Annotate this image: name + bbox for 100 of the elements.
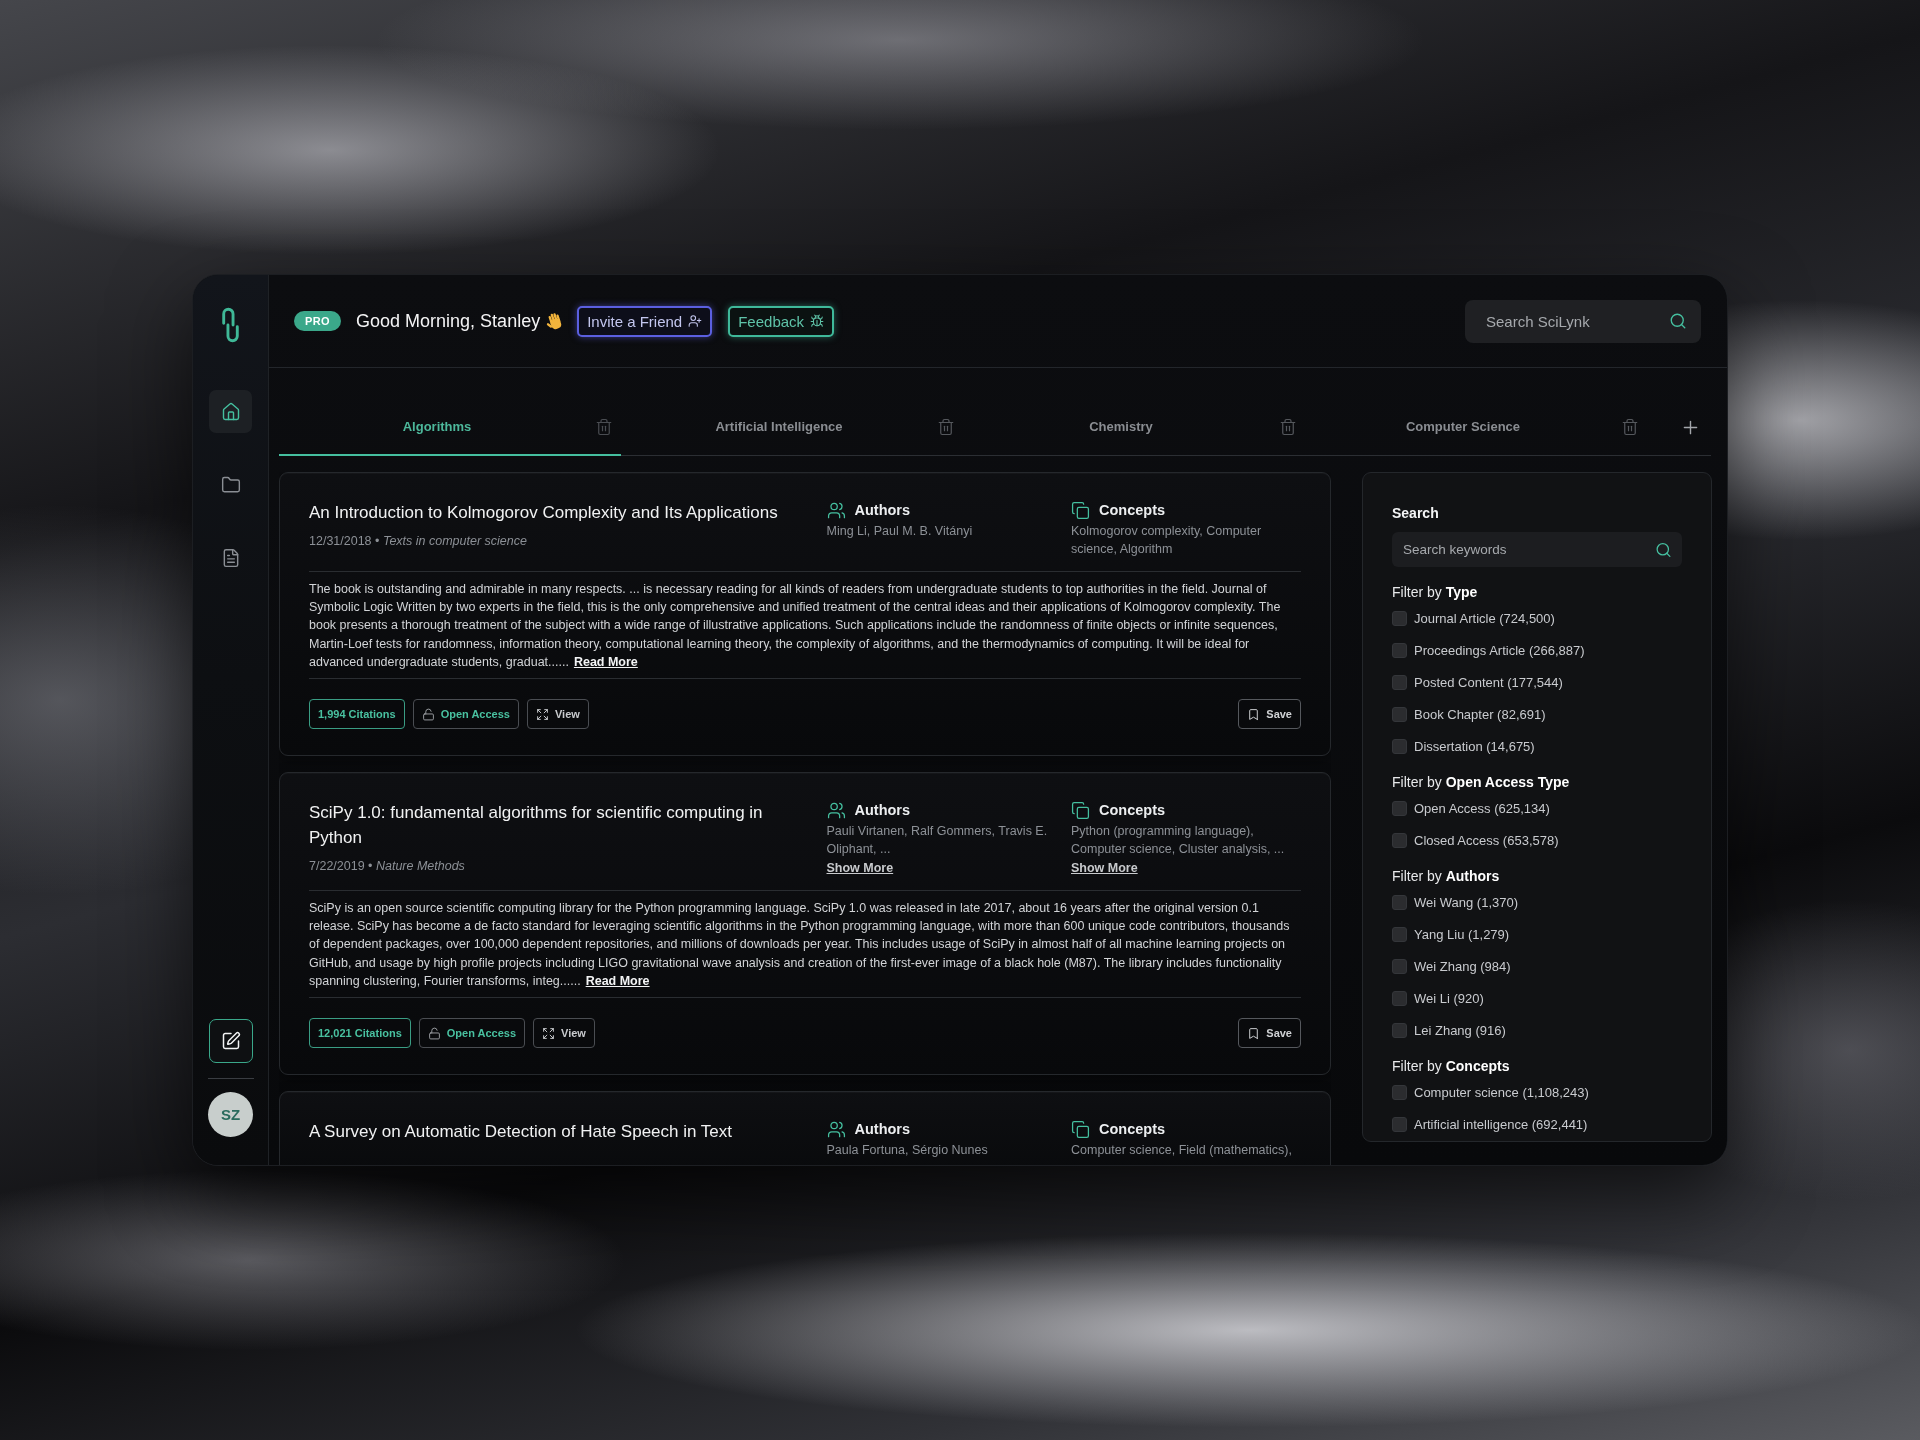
checkbox[interactable] <box>1392 926 1407 942</box>
concepts-heading: Concepts <box>1099 802 1166 818</box>
trash-icon <box>595 417 613 436</box>
filter-heading: Filter by Type <box>1392 583 1479 602</box>
authors-text: Ming Li, Paul M. B. Vitányi <box>826 523 974 540</box>
home-icon <box>220 401 241 422</box>
checkbox[interactable] <box>1392 706 1407 722</box>
checkbox[interactable] <box>1392 738 1407 754</box>
authors-heading: Authors <box>854 502 911 518</box>
unlocked-padlock-icon <box>427 1026 441 1040</box>
checkbox[interactable] <box>1392 1084 1407 1100</box>
filter-option-label[interactable]: Dissertation (14,675) <box>1414 738 1535 754</box>
paper-title[interactable]: A Survey on Automatic Detection of Hate Speech in Text <box>309 1119 804 1145</box>
unlocked-padlock-icon <box>421 707 435 721</box>
filter-option-label[interactable]: Yang Liu (1,279) <box>1414 926 1510 942</box>
checkbox[interactable] <box>1392 958 1407 974</box>
tab[interactable]: Chemistry <box>963 399 1305 456</box>
search-icon <box>1655 541 1672 558</box>
paper-title[interactable]: SciPy 1.0: fundamental algorithms for scientific computing in Python <box>309 800 804 850</box>
bookmark-icon <box>1247 1026 1261 1040</box>
view-button[interactable]: View <box>533 1018 595 1049</box>
delete-tab-button[interactable] <box>1279 417 1297 436</box>
keyword-search-field[interactable]: Search keywords <box>1392 532 1682 567</box>
read-more-link[interactable]: Read More <box>573 654 638 669</box>
paper-date-and-journal: 7/22/2019 • Nature Methods <box>309 858 466 875</box>
invite-button[interactable]: Invite a Friend <box>577 305 713 337</box>
citations-button[interactable]: 12,021 Citations <box>309 1018 411 1049</box>
checkbox[interactable] <box>1392 832 1407 848</box>
filter-heading: Filter by Concepts <box>1392 1057 1511 1076</box>
user-plus-icon <box>688 314 703 328</box>
filter-option-label[interactable]: Proceedings Article (266,887) <box>1414 642 1585 658</box>
concepts-heading: Concepts <box>1099 1121 1166 1138</box>
authors-text: Paula Fortuna, Sérgio Nunes <box>826 1142 989 1160</box>
open-access-button[interactable]: Open Access <box>412 699 519 729</box>
user-avatar[interactable]: SZ <box>208 1092 253 1137</box>
filter-option-label[interactable]: Lei Zhang (916) <box>1414 1022 1506 1038</box>
tab[interactable]: Computer Science <box>1305 399 1647 456</box>
search-field[interactable]: Search SciLynk <box>1465 299 1701 343</box>
checkbox[interactable] <box>1392 642 1407 658</box>
view-button[interactable]: View <box>526 699 589 729</box>
tab[interactable]: Algorithms <box>279 399 621 456</box>
sidebar-nav-button[interactable] <box>209 390 252 433</box>
show-more-link[interactable]: Show More <box>826 859 894 877</box>
feedback-button[interactable]: Feedback <box>728 305 835 337</box>
authors-heading: Authors <box>854 802 911 818</box>
trash-icon <box>937 417 955 436</box>
paper-title[interactable]: An Introduction to Kolmogorov Complexity and Its Applications <box>309 500 804 525</box>
filter-option-label[interactable]: Wei Zhang (984) <box>1414 958 1511 974</box>
bookmark-icon <box>1247 707 1261 721</box>
greeting-text: Good Morning, Stanley <box>356 310 541 332</box>
checkbox[interactable] <box>1392 1022 1407 1038</box>
delete-tab-button[interactable] <box>937 417 955 436</box>
filter-option-label[interactable]: Posted Content (177,544) <box>1414 674 1563 690</box>
filter-option-label[interactable]: Open Access (625,134) <box>1414 800 1550 816</box>
delete-tab-button[interactable] <box>1621 417 1639 436</box>
checkbox[interactable] <box>1392 610 1407 626</box>
open-access-button[interactable]: Open Access <box>418 1018 526 1049</box>
concepts-text: Python (programming language), Computer science, Cluster analysis, ... <box>1071 823 1286 858</box>
pro-badge: PRO <box>294 311 342 331</box>
expand-icon <box>535 707 549 721</box>
read-more-link[interactable]: Read More <box>585 973 650 988</box>
bug-icon <box>810 314 825 328</box>
checkbox[interactable] <box>1392 990 1407 1006</box>
save-button[interactable]: Save <box>1238 699 1301 729</box>
filter-option-label[interactable]: Book Chapter (82,691) <box>1414 706 1546 722</box>
citations-button[interactable]: 1,994 Citations <box>309 699 405 729</box>
checkbox[interactable] <box>1392 674 1407 690</box>
filter-option-label[interactable]: Computer science (1,108,243) <box>1414 1084 1589 1100</box>
save-button[interactable]: Save <box>1238 1018 1301 1049</box>
stacked-squares-icon <box>1071 500 1090 520</box>
filter-option-label[interactable]: Closed Access (653,578) <box>1414 832 1559 848</box>
users-icon <box>826 1119 846 1139</box>
search-icon <box>1669 312 1687 330</box>
filter-heading: Filter by Authors <box>1392 867 1501 886</box>
concepts-text: Kolmogorov complexity, Computer science, Algorithm <box>1071 523 1263 558</box>
authors-heading: Authors <box>854 1121 911 1138</box>
filter-option-label[interactable]: Artificial intelligence (692,441) <box>1414 1116 1588 1132</box>
paper-date-and-journal: 12/31/2018 • Texts in computer science <box>309 533 528 550</box>
filter-option-label[interactable]: Journal Article (724,500) <box>1414 610 1555 626</box>
edit-button[interactable] <box>208 1019 253 1063</box>
checkbox[interactable] <box>1392 894 1407 910</box>
stacked-squares-icon <box>1071 800 1090 820</box>
trash-icon <box>1621 417 1639 436</box>
expand-icon <box>542 1026 556 1040</box>
checkbox[interactable] <box>1392 1116 1407 1132</box>
delete-tab-button[interactable] <box>595 417 613 436</box>
show-more-link[interactable]: Show More <box>1071 859 1138 877</box>
trash-icon <box>1279 417 1297 436</box>
tab[interactable]: Artificial Intelligence <box>621 399 963 456</box>
concepts-text: Computer science, Field (mathematics), <box>1071 1142 1293 1160</box>
abstract-text: The book is outstanding and admirable in many respects. ... is necessary reading for all kinds of readers from undergraduate students to top authorities in the field. Journal of Symbolic Logic Written by two experts in the field, this is the only comprehensive and unified treatment of the central ideas and their applications of Kolmogorov complexity. The book presents a thorough treatment of the subject with a wide range of illustrative applications. Such applications include the randomness of finite objects or infinite sequences, Martin-Loef tests for randomness, information theory, computational learning theory, the complexity of algorithms, and the thermodynamics of computing. It will be ideal for advanced undergraduate students, graduat...... Read More <box>309 581 1282 671</box>
users-icon <box>826 800 846 820</box>
filter-heading: Filter by Open Access Type <box>1392 773 1571 792</box>
checkbox[interactable] <box>1392 800 1407 816</box>
filter-option-label[interactable]: Wei Wang (1,370) <box>1414 894 1519 910</box>
pen-on-square-icon <box>220 1031 241 1051</box>
users-icon <box>826 500 846 520</box>
filter-option-label[interactable]: Wei Li (920) <box>1414 990 1484 1006</box>
authors-text: Pauli Virtanen, Ralf Gommers, Travis E. Oliphant, ... <box>826 823 1049 858</box>
search-heading: Search <box>1392 504 1440 523</box>
